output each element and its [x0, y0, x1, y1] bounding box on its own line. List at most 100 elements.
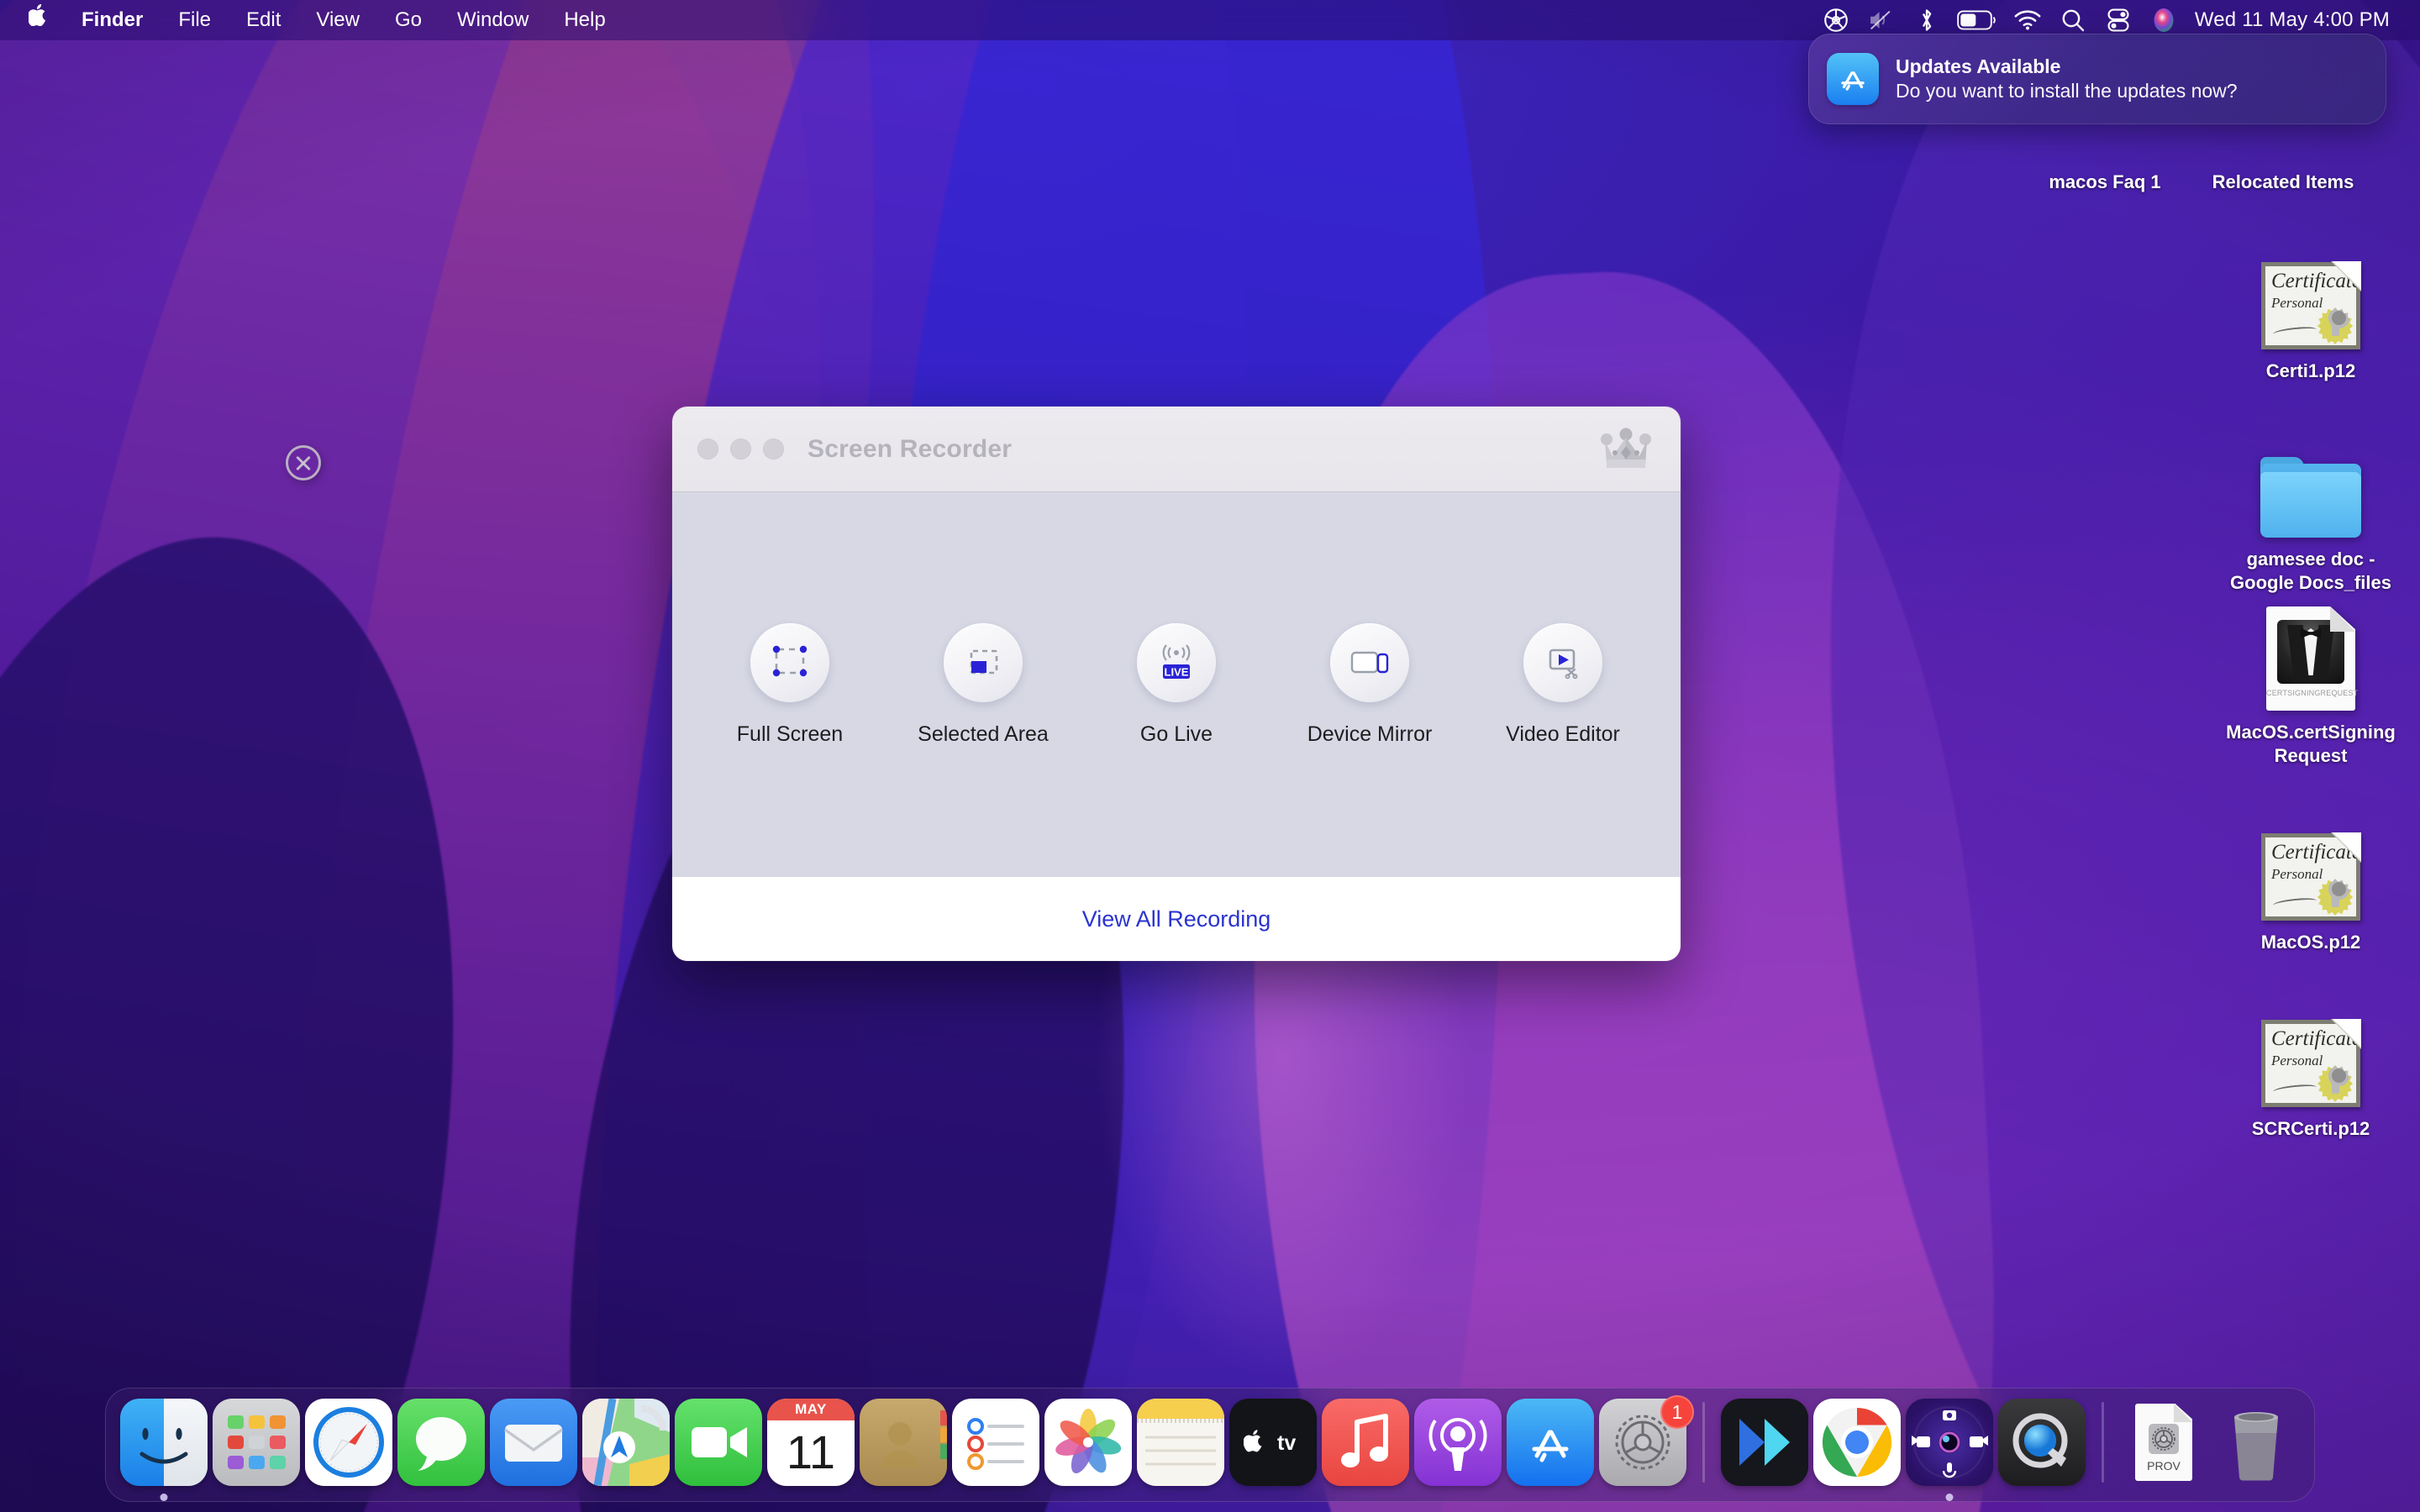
- dock-item-facetime[interactable]: [672, 1399, 765, 1503]
- desktop-icon-macos-faq-1[interactable]: macos Faq 1: [2017, 171, 2193, 194]
- screen-recorder-window: Screen Recorder Full Screen Selected Are…: [672, 407, 1681, 961]
- maps-icon: [582, 1399, 670, 1486]
- mode-label: Go Live: [1139, 722, 1213, 746]
- quicktime-icon: [1998, 1399, 2086, 1486]
- calendar-icon: MAY 11: [767, 1399, 855, 1486]
- dock-item-prov-file[interactable]: PROV: [2118, 1399, 2210, 1503]
- mode-selected-area[interactable]: Selected Area: [886, 622, 1080, 747]
- window-titlebar[interactable]: Screen Recorder: [672, 407, 1681, 492]
- prov-file-label: PROV: [2147, 1459, 2181, 1473]
- full-screen-icon: [750, 622, 829, 702]
- screen-recorder-icon: [1906, 1399, 1993, 1486]
- view-all-recording-link[interactable]: View All Recording: [1082, 906, 1271, 932]
- dock-item-apple-tv[interactable]: tv: [1227, 1399, 1319, 1503]
- dock-item-mail[interactable]: [487, 1399, 580, 1503]
- desktop-icon-label: SCRCerti.p12: [2251, 1118, 2370, 1139]
- device-mirror-icon: [1330, 622, 1409, 702]
- menu-item-file[interactable]: File: [160, 0, 229, 40]
- dock-item-contacts[interactable]: [857, 1399, 950, 1503]
- dock-item-system-preferences[interactable]: 1: [1597, 1395, 1694, 1503]
- menu-bar-items: Finder File Edit View Go Window Help: [18, 0, 623, 40]
- dock-item-quicktime[interactable]: [1996, 1399, 2088, 1503]
- provisioning-profile-icon: PROV: [2120, 1399, 2207, 1486]
- dock-item-reminders[interactable]: [950, 1399, 1042, 1503]
- desktop-icon-label: Certi1.p12: [2265, 360, 2356, 381]
- music-icon: [1322, 1399, 1409, 1486]
- app-store-icon: [1507, 1399, 1594, 1486]
- dock-item-messages[interactable]: [395, 1399, 487, 1503]
- desktop-icon-label: MacOS.certSigningRequest: [2226, 722, 2396, 767]
- menu-item-finder[interactable]: Finder: [64, 0, 160, 40]
- dock-item-movist[interactable]: [1718, 1399, 1811, 1503]
- mode-video-editor[interactable]: Video Editor: [1466, 622, 1660, 747]
- menu-item-window[interactable]: Window: [439, 0, 546, 40]
- menu-item-edit[interactable]: Edit: [229, 0, 298, 40]
- movist-icon: [1721, 1399, 1808, 1486]
- notification-banner[interactable]: Updates Available Do you want to install…: [1808, 34, 2386, 124]
- window-body: Full Screen Selected Area LIVE Go Live D…: [672, 492, 1681, 877]
- reminders-icon: [952, 1399, 1039, 1486]
- menu-bar-clock[interactable]: Wed 11 May 4:00 PM: [2186, 8, 2402, 32]
- apple-logo-icon[interactable]: [18, 0, 64, 40]
- desktop-icon-macos-certsigningrequest[interactable]: CERTSIGNINGREQUEST MacOS.certSigningRequ…: [2223, 603, 2399, 768]
- zoom-button[interactable]: [763, 438, 784, 459]
- dock-item-notes[interactable]: [1134, 1399, 1227, 1503]
- video-editor-icon: [1523, 622, 1602, 702]
- certificate-file-icon: Certificate Personal: [2223, 813, 2399, 921]
- cert-signing-request-icon: CERTSIGNINGREQUEST: [2223, 603, 2399, 711]
- svg-text:tv: tv: [1277, 1431, 1296, 1455]
- mode-label: Selected Area: [918, 722, 1049, 746]
- minimize-button[interactable]: [730, 438, 751, 459]
- launchpad-icon: [213, 1399, 300, 1486]
- recording-modes: Full Screen Selected Area LIVE Go Live D…: [693, 622, 1660, 747]
- dock-item-screen-recorder[interactable]: [1903, 1399, 1996, 1503]
- folder-icon: [2223, 430, 2399, 538]
- mode-device-mirror[interactable]: Device Mirror: [1273, 622, 1466, 747]
- desktop-icon-label: macos Faq 1: [2049, 171, 2161, 192]
- dock-item-launchpad[interactable]: [210, 1399, 302, 1503]
- apple-tv-icon: tv: [1229, 1399, 1317, 1486]
- desktop-icon-scrcerti-p12[interactable]: Certificate Personal SCRCerti.p12: [2223, 1000, 2399, 1141]
- notes-icon: [1137, 1399, 1224, 1486]
- dock-item-maps[interactable]: [580, 1399, 672, 1503]
- dock-item-trash[interactable]: [2210, 1399, 2302, 1503]
- menu-item-help[interactable]: Help: [546, 0, 623, 40]
- dock-item-calendar[interactable]: MAY 11: [765, 1399, 857, 1503]
- desktop-icon-label: Relocated Items: [2212, 171, 2354, 192]
- desktop-icon-relocated-items[interactable]: Relocated Items: [2195, 171, 2371, 194]
- dock: MAY 11 tv 1 PROV: [105, 1388, 2315, 1502]
- menu-item-view[interactable]: View: [298, 0, 377, 40]
- dock-item-app-store[interactable]: [1504, 1399, 1597, 1503]
- close-button[interactable]: [697, 438, 718, 459]
- desktop-icon-gamesee-doc-folder[interactable]: gamesee doc - Google Docs_files: [2223, 430, 2399, 595]
- finder-icon: [120, 1399, 208, 1486]
- certificate-file-icon: Certificate Personal: [2223, 242, 2399, 349]
- mode-full-screen[interactable]: Full Screen: [693, 622, 886, 747]
- crown-icon[interactable]: [1600, 428, 1652, 471]
- dock-item-music[interactable]: [1319, 1399, 1412, 1503]
- notification-body: Do you want to install the updates now?: [1896, 80, 2238, 102]
- cancel-circle-x-icon[interactable]: [286, 445, 321, 480]
- menu-item-go[interactable]: Go: [377, 0, 439, 40]
- dock-item-podcasts[interactable]: [1412, 1399, 1504, 1503]
- svg-text:LIVE: LIVE: [1165, 665, 1189, 678]
- desktop-icon-label: MacOS.p12: [2260, 932, 2361, 953]
- facetime-icon: [675, 1399, 762, 1486]
- contacts-icon: [860, 1399, 947, 1486]
- desktop-icon-certi1-p12[interactable]: Certificate Personal Certi1.p12: [2223, 242, 2399, 383]
- podcasts-icon: [1414, 1399, 1502, 1486]
- dock-item-finder[interactable]: [118, 1399, 210, 1503]
- mode-go-live[interactable]: LIVE Go Live: [1080, 622, 1273, 747]
- certificate-file-icon: Certificate Personal: [2223, 1000, 2399, 1107]
- desktop-icon-macos-p12[interactable]: Certificate Personal MacOS.p12: [2223, 813, 2399, 954]
- chrome-icon: [1813, 1399, 1901, 1486]
- dock-badge: 1: [1660, 1395, 1694, 1429]
- dock-item-photos[interactable]: [1042, 1399, 1134, 1503]
- dock-item-chrome[interactable]: [1811, 1399, 1903, 1503]
- mode-label: Device Mirror: [1307, 722, 1433, 746]
- notification-title: Updates Available: [1896, 55, 2061, 77]
- trash-icon: [2212, 1399, 2300, 1486]
- dock-running-indicator: [1945, 1494, 1954, 1501]
- dock-item-safari[interactable]: [302, 1399, 395, 1503]
- messages-icon: [397, 1399, 485, 1486]
